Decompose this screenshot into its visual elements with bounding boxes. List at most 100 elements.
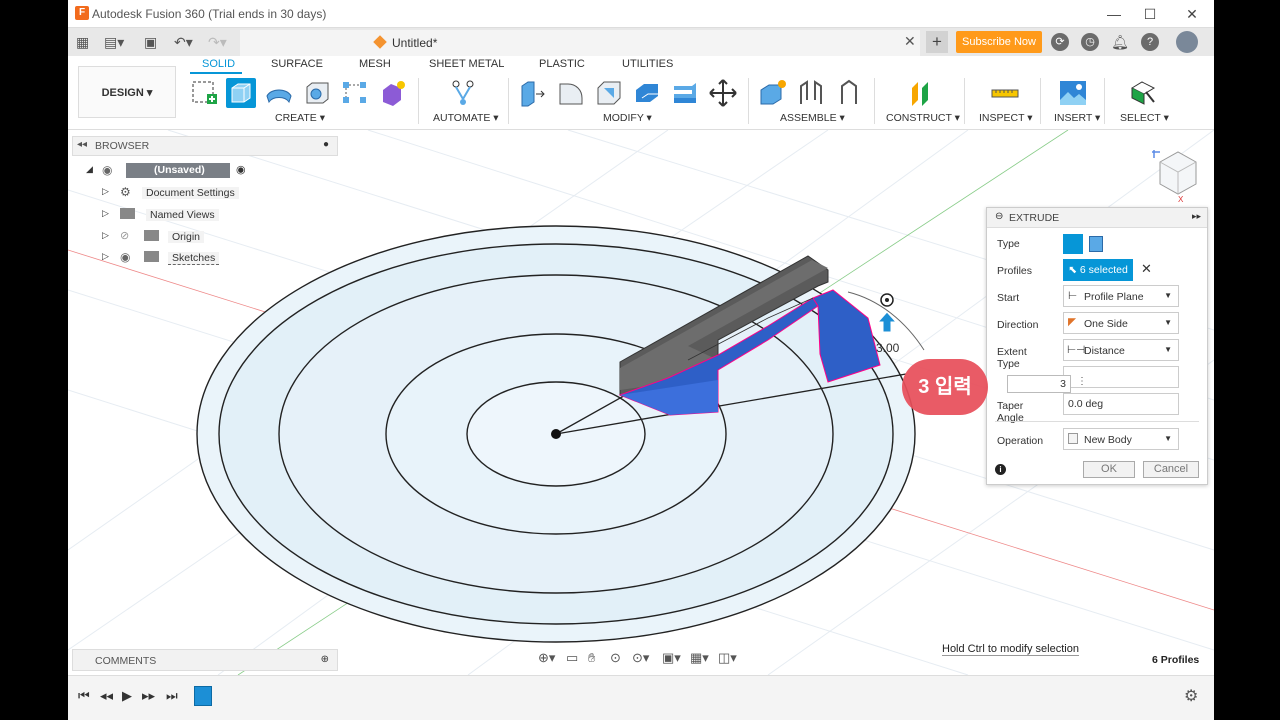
subscribe-button[interactable]: Subscribe Now — [956, 31, 1042, 53]
go-to-end-icon[interactable]: ⏭ — [166, 688, 178, 704]
extrude-icon[interactable] — [226, 78, 256, 108]
create-form-icon[interactable] — [378, 78, 408, 108]
workspace-switcher[interactable]: DESIGN ▾ — [78, 66, 176, 118]
add-comment-icon[interactable]: ⊕ — [321, 654, 329, 665]
user-avatar[interactable] — [1176, 31, 1198, 53]
type-thin-icon[interactable] — [1089, 236, 1103, 252]
ok-button[interactable]: OK — [1083, 461, 1135, 478]
measure-icon[interactable] — [990, 78, 1020, 108]
eye-icon[interactable]: ◉ — [120, 250, 130, 264]
browser-pin-icon[interactable]: ● — [323, 139, 329, 150]
viewports-icon[interactable]: ◫▾ — [718, 650, 737, 666]
close-window-button[interactable]: ✕ — [1178, 4, 1206, 24]
move-copy-icon[interactable] — [708, 78, 738, 108]
look-at-icon[interactable]: ▭ — [566, 650, 578, 666]
help-icon[interactable]: ? — [1141, 33, 1159, 51]
tab-solid[interactable]: SOLID — [202, 58, 235, 70]
data-panel-grid-icon[interactable]: ▦ — [76, 33, 89, 51]
go-to-start-icon[interactable]: ⏮ — [78, 688, 90, 704]
profiles-selection-button[interactable]: ⬉ 6 selected — [1063, 259, 1133, 281]
select-icon[interactable] — [1128, 78, 1158, 108]
clear-selection-icon[interactable]: ✕ — [1141, 261, 1152, 277]
group-select[interactable]: SELECT ▾ — [1120, 112, 1169, 124]
fillet-icon[interactable] — [556, 78, 586, 108]
hole-icon[interactable] — [302, 78, 332, 108]
revolve-icon[interactable] — [264, 78, 294, 108]
group-create[interactable]: CREATE ▾ — [275, 112, 325, 124]
info-icon[interactable]: i — [995, 464, 1006, 475]
active-radio-icon[interactable]: ◉ — [236, 163, 246, 176]
tree-item-document-settings[interactable]: ▷ ⚙ Document Settings — [102, 184, 242, 202]
step-forward-icon[interactable]: ▸▸ — [142, 688, 155, 704]
tab-sheet-metal[interactable]: SHEET METAL — [429, 58, 504, 70]
press-pull-icon[interactable] — [518, 78, 548, 108]
joint-icon[interactable] — [796, 78, 826, 108]
expand-arrow-icon[interactable]: ▷ — [102, 251, 109, 262]
zoom-icon[interactable]: ⊙ — [610, 650, 621, 666]
close-document-button[interactable]: ✕ — [904, 33, 916, 50]
new-component-icon[interactable] — [758, 78, 788, 108]
step-back-icon[interactable]: ◂◂ — [100, 688, 113, 704]
group-construct[interactable]: CONSTRUCT ▾ — [886, 112, 960, 124]
timeline-sketch-marker[interactable] — [194, 686, 212, 706]
expand-arrow-icon[interactable]: ▷ — [102, 230, 109, 241]
taper-angle-input[interactable]: 0.0 deg — [1063, 393, 1179, 415]
file-menu-icon[interactable]: ▤▾ — [104, 33, 124, 51]
pan-hand-icon[interactable]: ✋︎ — [588, 650, 595, 666]
group-modify[interactable]: MODIFY ▾ — [603, 112, 652, 124]
combine-icon[interactable] — [670, 78, 700, 108]
create-sketch-icon[interactable] — [190, 78, 220, 108]
direction-dropdown[interactable]: ◤ One Side ▼ — [1063, 312, 1179, 334]
document-tab[interactable] — [240, 30, 920, 56]
tree-item-named-views[interactable]: ▷ Named Views — [102, 206, 242, 224]
expand-arrow-icon[interactable]: ▷ — [102, 208, 109, 219]
tab-utilities[interactable]: UTILITIES — [622, 58, 673, 70]
minus-circle-icon[interactable]: ⊖ — [995, 211, 1003, 222]
timeline-settings-gear-icon[interactable]: ⚙ — [1184, 686, 1198, 706]
type-body-icon[interactable] — [1063, 234, 1083, 254]
as-built-joint-icon[interactable] — [834, 78, 864, 108]
offset-plane-icon[interactable] — [906, 78, 936, 108]
distance-input[interactable]: 3 — [1007, 375, 1071, 393]
collapse-icon[interactable]: ◂◂ — [77, 139, 87, 150]
grid-icon[interactable]: ▦▾ — [690, 650, 709, 666]
tree-item-origin[interactable]: ▷ ⊘ Origin — [102, 228, 242, 246]
expand-dialog-icon[interactable]: ▸▸ — [1192, 211, 1201, 222]
insert-image-icon[interactable] — [1058, 78, 1088, 108]
play-icon[interactable]: ▶ — [122, 688, 132, 704]
tab-plastic[interactable]: PLASTIC — [539, 58, 585, 70]
eye-hidden-icon[interactable]: ⊘ — [120, 229, 129, 242]
orbit-icon[interactable]: ⊕▾ — [538, 650, 555, 666]
fit-icon[interactable]: ⊙▾ — [632, 650, 649, 666]
group-automate[interactable]: AUTOMATE ▾ — [433, 112, 499, 124]
save-icon[interactable]: ▣ — [144, 33, 157, 51]
group-inspect[interactable]: INSPECT ▾ — [979, 112, 1033, 124]
tree-item-sketches[interactable]: ▷ ◉ Sketches — [102, 249, 242, 267]
undo-icon[interactable]: ↶▾ — [174, 33, 193, 51]
extent-type-dropdown[interactable]: ⊢⊣ Distance ▼ — [1063, 339, 1179, 361]
expand-arrow-icon[interactable]: ▷ — [102, 186, 109, 197]
chamfer-icon[interactable] — [594, 78, 624, 108]
extensions-icon[interactable]: ⟳ — [1051, 33, 1069, 51]
tab-surface[interactable]: SURFACE — [271, 58, 323, 70]
eye-icon[interactable]: ◉ — [102, 163, 112, 177]
cancel-button[interactable]: Cancel — [1143, 461, 1199, 478]
new-tab-button[interactable]: + — [926, 31, 948, 53]
automate-icon[interactable] — [448, 78, 478, 108]
tab-mesh[interactable]: MESH — [359, 58, 391, 70]
browser-root-node[interactable]: ◢ ◉ (Unsaved) ◉ — [86, 162, 246, 180]
job-status-icon[interactable]: ◷ — [1081, 33, 1099, 51]
expand-arrow-icon[interactable]: ◢ — [86, 164, 93, 175]
group-insert[interactable]: INSERT ▾ — [1054, 112, 1100, 124]
shell-icon[interactable] — [632, 78, 662, 108]
minimize-button[interactable]: — — [1100, 4, 1128, 24]
more-options-icon[interactable]: ⋮ — [1077, 376, 1087, 387]
view-cube[interactable]: X — [1150, 148, 1200, 204]
group-assemble[interactable]: ASSEMBLE ▾ — [780, 112, 845, 124]
operation-dropdown[interactable]: New Body ▼ — [1063, 428, 1179, 450]
start-dropdown[interactable]: ⊢ Profile Plane ▼ — [1063, 285, 1179, 307]
redo-icon[interactable]: ↷▾ — [208, 33, 227, 51]
notifications-icon[interactable]: 🔔︎ — [1111, 33, 1129, 51]
display-settings-icon[interactable]: ▣▾ — [662, 650, 681, 666]
maximize-button[interactable]: ☐ — [1136, 4, 1164, 24]
